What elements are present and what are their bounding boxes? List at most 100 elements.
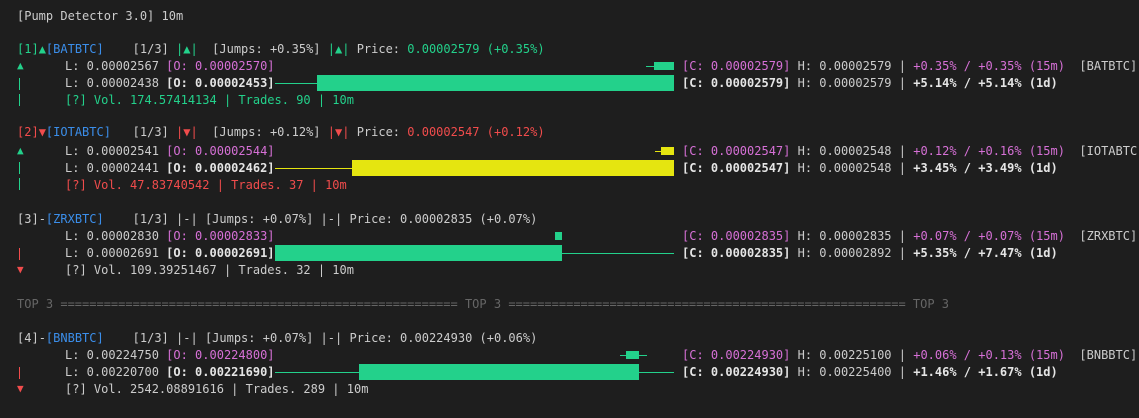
candle-body-15m bbox=[626, 351, 639, 359]
high-1d: H: 0.00225400 bbox=[797, 365, 892, 379]
trend-badge-2: |▼| bbox=[327, 125, 350, 139]
up-arrow-icon: ▲ bbox=[17, 144, 24, 157]
jumps-info: [Jumps: +0.07%] bbox=[204, 331, 314, 345]
price-value: 0.00002835 bbox=[400, 212, 473, 226]
candle-row-1d: L: 0.00002691 [O: 0.00002691] bbox=[65, 246, 275, 260]
price-value: 0.00002579 bbox=[407, 42, 480, 56]
price-change: (+0.06%) bbox=[479, 331, 538, 345]
volume-info: [?] Vol. 109.39251467 | Trades. 32 | 10m bbox=[65, 263, 354, 277]
pair-tag: [ZRXBTC] bbox=[1079, 229, 1138, 243]
pct-15m: +0.07% / +0.07% (15m) bbox=[913, 229, 1065, 243]
candle-row-1d: L: 0.00002438 [O: 0.00002453] bbox=[65, 76, 275, 90]
wick-1d bbox=[562, 253, 674, 254]
trend-up-icon: ▲ bbox=[38, 42, 46, 56]
pct-1d: +1.46% / +1.67% (1d) bbox=[913, 365, 1058, 379]
pair-index: [2] bbox=[17, 125, 39, 139]
pct-1d: +5.14% / +5.14% (1d) bbox=[913, 76, 1058, 90]
marker-bar bbox=[19, 248, 20, 260]
candle-row-15m: L: 0.00002830 [O: 0.00002833] bbox=[65, 229, 275, 243]
close-15m: [C: 0.00002579] bbox=[682, 59, 791, 73]
candle-row-15m: L: 0.00002541 [O: 0.00002544] bbox=[65, 144, 275, 158]
candle-body-15m bbox=[654, 62, 674, 70]
close-1d: [C: 0.00002579] bbox=[682, 76, 791, 90]
price-change: (+0.35%) bbox=[486, 42, 545, 56]
wick-1d bbox=[275, 168, 352, 169]
high-1d: H: 0.00002579 bbox=[797, 76, 892, 90]
candle-body-15m bbox=[555, 232, 562, 240]
page-fraction: [1/3] bbox=[132, 125, 169, 139]
down-arrow-icon: ▼ bbox=[17, 382, 24, 395]
candle-row-1d: L: 0.00220700 [O: 0.00221690] bbox=[65, 365, 275, 379]
page-fraction: [1/3] bbox=[132, 42, 169, 56]
close-1d: [C: 0.00224930] bbox=[682, 365, 791, 379]
wick-15m-upper bbox=[639, 355, 647, 356]
trend-flat-icon: - bbox=[38, 212, 46, 226]
page-fraction: [1/3] bbox=[132, 212, 169, 226]
up-arrow-icon: ▲ bbox=[17, 59, 24, 72]
symbol-link[interactable]: [BATBTC] bbox=[46, 42, 104, 56]
jumps-info: [Jumps: +0.35%] bbox=[212, 42, 321, 56]
trend-badge-2: |-| bbox=[320, 331, 343, 345]
volume-info: [?] Vol. 47.83740542 | Trades. 37 | 10m bbox=[65, 178, 347, 192]
page-fraction: [1/3] bbox=[132, 331, 169, 345]
pct-15m: +0.12% / +0.16% (15m) bbox=[913, 144, 1065, 158]
trend-badge-2: |▲| bbox=[327, 42, 350, 56]
marker-bar bbox=[19, 94, 20, 106]
marker-bar bbox=[19, 178, 20, 190]
price-value: 0.00224930 bbox=[400, 331, 473, 345]
high-15m: H: 0.00002579 bbox=[797, 59, 892, 73]
close-15m: [C: 0.00224930] bbox=[682, 348, 791, 362]
symbol-link[interactable]: [ZRXBTC] bbox=[46, 212, 104, 226]
pair-tag: [IOTABTC] bbox=[1079, 144, 1139, 158]
high-1d: H: 0.00002892 bbox=[797, 246, 892, 260]
wick-1d-upper bbox=[639, 372, 674, 373]
pair-title-row: [4]-[BNBBTC] [1/3] |-| [Jumps: +0.07%] |… bbox=[17, 331, 538, 345]
trend-badge: |-| bbox=[176, 331, 198, 345]
wick-15m bbox=[646, 66, 654, 67]
pct-15m: +0.35% / +0.35% (15m) bbox=[913, 59, 1065, 73]
high-15m: H: 0.00002835 bbox=[797, 229, 892, 243]
symbol-link[interactable]: [BNBBTC] bbox=[46, 331, 104, 345]
pair-index: [3] bbox=[17, 212, 39, 226]
trend-down-icon: ▼ bbox=[38, 125, 46, 139]
marker-bar bbox=[19, 367, 20, 379]
pair-tag: [BNBBTC] bbox=[1079, 348, 1138, 362]
price-change: (+0.07%) bbox=[479, 212, 538, 226]
high-15m: H: 0.00002548 bbox=[797, 144, 892, 158]
app-title: [Pump Detector 3.0] 10m bbox=[17, 9, 184, 23]
pair-title-row: [2]▼[IOTABTC] [1/3] |▼| [Jumps: +0.12%] … bbox=[17, 125, 545, 139]
close-1d: [C: 0.00002835] bbox=[682, 246, 791, 260]
trend-flat-icon: - bbox=[38, 331, 46, 345]
pair-index: [1] bbox=[17, 42, 39, 56]
down-arrow-icon: ▼ bbox=[17, 263, 24, 276]
trend-badge: |▼| bbox=[176, 125, 198, 139]
trend-badge: |-| bbox=[176, 212, 198, 226]
jumps-info: [Jumps: +0.07%] bbox=[204, 212, 314, 226]
candle-body-1d bbox=[317, 75, 674, 91]
wick-1d bbox=[275, 372, 359, 373]
high-1d: H: 0.00002548 bbox=[797, 161, 892, 175]
candle-row-15m: L: 0.00002567 [O: 0.00002570] bbox=[65, 59, 275, 73]
pair-title-row: [3]-[ZRXBTC] [1/3] |-| [Jumps: +0.07%] |… bbox=[17, 212, 538, 226]
pair-title-row: [1]▲[BATBTC] [1/3] |▲| [Jumps: +0.35%] |… bbox=[17, 42, 545, 56]
marker-bar bbox=[19, 78, 20, 90]
wick-1d bbox=[275, 83, 317, 84]
candle-body-1d bbox=[352, 160, 674, 176]
candle-body-15m bbox=[661, 147, 674, 155]
close-15m: [C: 0.00002547] bbox=[682, 144, 791, 158]
pct-15m: +0.06% / +0.13% (15m) bbox=[913, 348, 1065, 362]
top3-separator: TOP 3 ==================================… bbox=[17, 297, 950, 311]
pct-1d: +3.45% / +3.49% (1d) bbox=[913, 161, 1058, 175]
trend-badge: |▲| bbox=[176, 42, 198, 56]
jumps-info: [Jumps: +0.12%] bbox=[212, 125, 321, 139]
candle-body-1d bbox=[359, 364, 639, 380]
close-1d: [C: 0.00002547] bbox=[682, 161, 791, 175]
marker-bar bbox=[19, 162, 20, 174]
price-change: (+0.12%) bbox=[486, 125, 545, 139]
pair-index: [4] bbox=[17, 331, 39, 345]
pct-1d: +5.35% / +7.47% (1d) bbox=[913, 246, 1058, 260]
trend-badge-2: |-| bbox=[320, 212, 343, 226]
symbol-link[interactable]: [IOTABTC] bbox=[46, 125, 111, 139]
high-15m: H: 0.00225100 bbox=[797, 348, 892, 362]
candle-row-1d: L: 0.00002441 [O: 0.00002462] bbox=[65, 161, 275, 175]
